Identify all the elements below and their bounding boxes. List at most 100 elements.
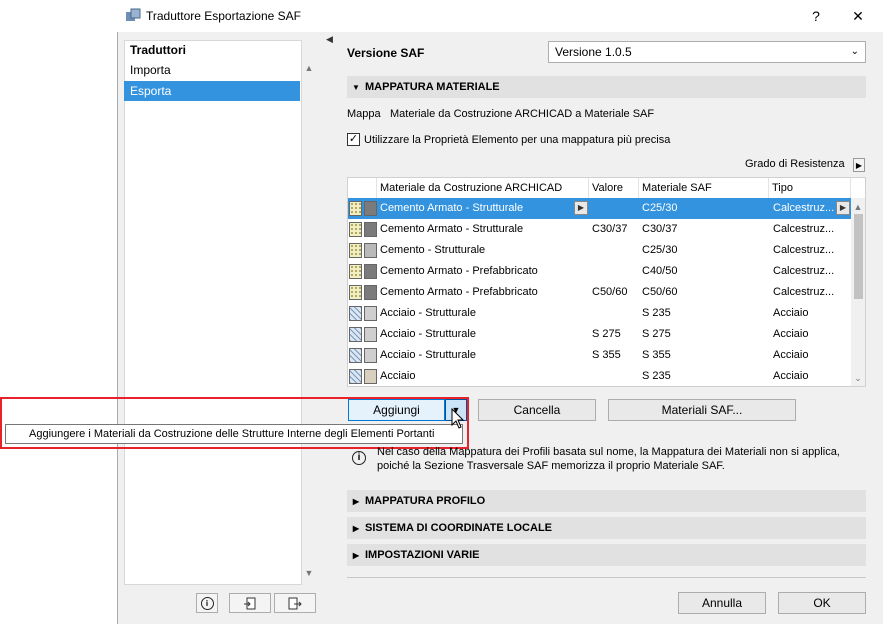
value-edit-icon[interactable]: ▶ bbox=[574, 201, 588, 215]
cancel-button[interactable]: Annulla bbox=[678, 592, 766, 614]
type-cell: Acciaio bbox=[773, 349, 809, 361]
delete-button[interactable]: Cancella bbox=[478, 399, 596, 421]
table-row[interactable]: Acciaio S 235 Acciaio bbox=[348, 366, 851, 386]
export-icon bbox=[288, 597, 302, 610]
scroll-up-icon[interactable]: ▲ bbox=[851, 200, 865, 214]
material-mapping-title: MAPPATURA MATERIALE bbox=[365, 81, 500, 93]
table-row[interactable]: Acciaio - Strutturale S 235 Acciaio bbox=[348, 303, 851, 324]
value-cell bbox=[592, 303, 638, 324]
saf-materials-button[interactable]: Materiali SAF... bbox=[608, 399, 796, 421]
material-cell: Cemento Armato - Prefabbricato bbox=[380, 265, 538, 277]
translator-item-export[interactable]: Esporta bbox=[124, 81, 300, 101]
column-header-saf-material[interactable]: Materiale SAF bbox=[639, 178, 769, 198]
table-row[interactable]: Cemento Armato - Prefabbricato C50/60 C50/… bbox=[348, 282, 851, 303]
table-row[interactable]: Acciaio - Strutturale S 275 S 275 Acciaio bbox=[348, 324, 851, 345]
value-cell bbox=[592, 366, 638, 386]
triangle-right-icon: ▶ bbox=[352, 497, 360, 506]
type-cell: Acciaio bbox=[773, 328, 809, 340]
surface-color-swatch bbox=[364, 243, 377, 258]
triangle-right-icon: ▶ bbox=[352, 524, 360, 533]
app-icon bbox=[125, 8, 141, 24]
scroll-up-icon[interactable]: ▲ bbox=[302, 61, 316, 75]
info-button[interactable]: i bbox=[196, 593, 218, 613]
column-header-value[interactable]: Valore bbox=[589, 178, 639, 198]
table-row[interactable]: Cemento Armato - Prefabbricato C40/50 Calc… bbox=[348, 261, 851, 282]
type-cell: Acciaio bbox=[773, 307, 809, 319]
table-row[interactable]: Acciaio - Strutturale S 355 S 355 Acciaio bbox=[348, 345, 851, 366]
fill-pattern-swatch bbox=[349, 222, 362, 237]
saf-material-cell: S 235 bbox=[642, 307, 671, 319]
material-cell: Acciaio - Strutturale bbox=[380, 328, 476, 340]
saf-material-cell: C30/37 bbox=[642, 223, 678, 235]
surface-color-swatch bbox=[364, 222, 377, 237]
surface-color-swatch bbox=[364, 201, 377, 216]
column-header-type[interactable]: Tipo bbox=[769, 178, 851, 198]
surface-color-swatch bbox=[364, 285, 377, 300]
profile-mapping-section[interactable]: ▶ MAPPATURA PROFILO bbox=[347, 490, 866, 512]
ok-button[interactable]: OK bbox=[778, 592, 866, 614]
material-cell: Cemento Armato - Prefabbricato bbox=[380, 286, 538, 298]
material-cell: Acciaio bbox=[380, 370, 416, 382]
local-coordinates-title: SISTEMA DI COORDINATE LOCALE bbox=[365, 522, 552, 534]
saf-material-cell: C50/60 bbox=[642, 286, 678, 298]
material-cell: Cemento Armato - Strutturale bbox=[380, 202, 524, 214]
surface-color-swatch bbox=[364, 327, 377, 342]
value-cell bbox=[592, 261, 638, 282]
info-note-line-1: Nel caso della Mappatura dei Profili bas… bbox=[377, 446, 840, 458]
table-row[interactable]: Cemento - Strutturale C25/30 Calcestruz... bbox=[348, 240, 851, 261]
fill-pattern-swatch bbox=[349, 264, 362, 279]
fill-pattern-swatch bbox=[349, 243, 362, 258]
type-edit-icon[interactable]: ▶ bbox=[836, 201, 850, 215]
fill-pattern-swatch bbox=[349, 327, 362, 342]
export-button[interactable] bbox=[274, 593, 316, 613]
collapse-pane-icon[interactable]: ◀ bbox=[326, 34, 333, 45]
saf-material-cell: S 275 bbox=[642, 328, 671, 340]
saf-material-cell: S 235 bbox=[642, 370, 671, 382]
info-icon: i bbox=[352, 451, 366, 465]
value-cell: C30/37 bbox=[592, 223, 628, 235]
triangle-down-icon: ▼ bbox=[352, 83, 360, 92]
value-cell bbox=[592, 240, 638, 261]
table-row[interactable]: Cemento Armato - Strutturale C25/30 Calces… bbox=[348, 198, 851, 219]
table-row[interactable]: Cemento Armato - Strutturale C30/37 C30/37… bbox=[348, 219, 851, 240]
material-cell: Acciaio - Strutturale bbox=[380, 349, 476, 361]
scroll-down-icon[interactable]: ▼ bbox=[302, 566, 316, 580]
column-header-material[interactable]: Materiale da Costruzione ARCHICAD bbox=[377, 178, 589, 198]
type-cell: Calcestruz... bbox=[773, 244, 835, 256]
add-internal-materials-menu-item[interactable]: Aggiungere i Materiali da Costruzione de… bbox=[5, 424, 463, 444]
scrollbar-thumb[interactable] bbox=[854, 214, 863, 299]
surface-color-swatch bbox=[364, 369, 377, 384]
saf-material-cell: C40/50 bbox=[642, 265, 678, 277]
mapping-description: Materiale da Costruzione ARCHICAD a Mate… bbox=[390, 108, 655, 120]
resistance-expand-icon[interactable]: ▶ bbox=[853, 158, 865, 172]
fill-pattern-swatch bbox=[349, 285, 362, 300]
scroll-down-icon[interactable]: ⌄ bbox=[851, 371, 865, 385]
triangle-right-icon: ▶ bbox=[352, 551, 360, 560]
misc-settings-section[interactable]: ▶ IMPOSTAZIONI VARIE bbox=[347, 544, 866, 566]
property-mapping-checkbox[interactable]: ✓ bbox=[347, 133, 360, 146]
window-title: Traduttore Esportazione SAF bbox=[146, 9, 301, 23]
material-cell: Acciaio - Strutturale bbox=[380, 307, 476, 319]
mapping-prefix: Mappa bbox=[347, 108, 381, 120]
resistance-grade-label: Grado di Resistenza bbox=[745, 158, 845, 170]
type-cell: Acciaio bbox=[773, 370, 809, 382]
close-button[interactable]: ✕ bbox=[845, 4, 871, 28]
import-button[interactable] bbox=[229, 593, 271, 613]
translators-header: Traduttori bbox=[130, 43, 186, 57]
value-cell: S 355 bbox=[592, 349, 621, 361]
saf-version-select[interactable]: Versione 1.0.5 ⌄ bbox=[548, 41, 866, 63]
translator-item-import[interactable]: Importa bbox=[124, 60, 300, 80]
column-header-swatch bbox=[348, 178, 377, 198]
local-coordinates-section[interactable]: ▶ SISTEMA DI COORDINATE LOCALE bbox=[347, 517, 866, 539]
material-mapping-section[interactable]: ▼ MAPPATURA MATERIALE bbox=[347, 76, 866, 98]
material-cell: Cemento - Strutturale bbox=[380, 244, 486, 256]
type-cell: Calcestruz... bbox=[773, 223, 835, 235]
table-scrollbar[interactable]: ▲ ⌄ bbox=[851, 198, 865, 386]
help-button[interactable]: ? bbox=[803, 4, 829, 28]
misc-settings-title: IMPOSTAZIONI VARIE bbox=[365, 549, 480, 561]
property-mapping-label: Utilizzare la Proprietà Elemento per una… bbox=[364, 134, 671, 146]
translators-list bbox=[124, 40, 302, 585]
fill-pattern-swatch bbox=[349, 201, 362, 216]
import-icon bbox=[244, 597, 256, 610]
fill-pattern-swatch bbox=[349, 306, 362, 321]
